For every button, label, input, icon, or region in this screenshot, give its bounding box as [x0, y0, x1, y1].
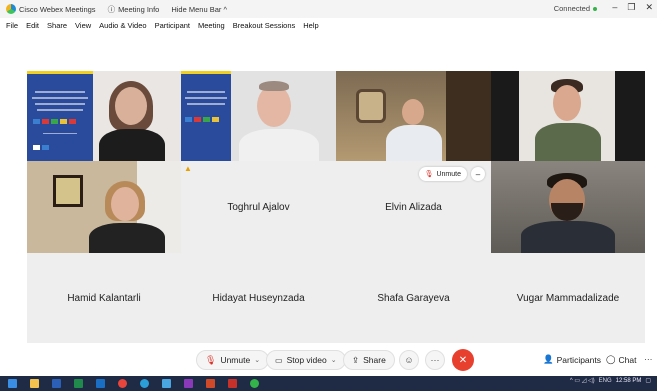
webex-logo-icon	[6, 4, 16, 14]
info-icon: ⓘ	[107, 4, 116, 14]
video-tile-2[interactable]	[181, 71, 336, 161]
word-icon[interactable]	[52, 379, 61, 388]
unmute-button[interactable]: 🎙 Unmute ⌄	[196, 350, 270, 370]
participant-name: Toghrul Ajalov	[227, 201, 290, 213]
tile-more-button[interactable]: –	[471, 167, 485, 181]
acrobat-icon[interactable]	[228, 379, 237, 388]
participant-name: Vugar Mammadalizade	[516, 292, 620, 304]
windows-taskbar: ^ ▭ ◿ ◁) ENG 12:58 PM ▢	[0, 376, 657, 391]
meeting-info-button[interactable]: ⓘ Meeting Info	[108, 4, 160, 15]
more-options-button[interactable]: ···	[425, 350, 445, 370]
connection-status-label: Connected	[553, 4, 590, 13]
share-button[interactable]: ⇪ Share	[343, 350, 395, 370]
webex-taskbar-icon[interactable]	[250, 379, 259, 388]
overflow-button[interactable]: ···	[644, 354, 653, 364]
chat-label: Chat	[618, 354, 637, 365]
stop-video-button[interactable]: ▭ Stop video ⌄	[266, 350, 346, 370]
connection-status[interactable]: Connected	[554, 4, 597, 13]
window-controls: – ❐ ✕	[612, 2, 653, 13]
meeting-controls: 🎙 Unmute ⌄ ▭ Stop video ⌄ ⇪ Share ☺ ··· …	[0, 343, 657, 376]
edge-icon[interactable]	[140, 379, 149, 388]
participant-tile-hamid-kalantarli[interactable]: Hamid Kalantarli	[27, 253, 181, 343]
video-tile-8[interactable]	[491, 161, 645, 253]
meeting-info-label: Meeting Info	[118, 4, 160, 14]
outlook-icon[interactable]	[96, 379, 105, 388]
system-tray: ^ ▭ ◿ ◁) ENG 12:58 PM ▢	[570, 377, 651, 385]
excel-icon[interactable]	[74, 379, 83, 388]
participant-grid: ▲ Toghrul Ajalov 🎙 Unmute – Elvin Alizad…	[0, 33, 657, 343]
chevron-down-icon[interactable]: ⌄	[254, 356, 260, 364]
hide-menu-bar-button[interactable]: Hide Menu Bar ^	[171, 5, 227, 14]
participant-tile-vugar-mammadalizade[interactable]: Vugar Mammadalizade	[491, 253, 645, 343]
participant-name: Hidayat Huseynzada	[212, 292, 305, 304]
maximize-button[interactable]: ❐	[627, 2, 635, 13]
language-indicator[interactable]: ENG	[599, 378, 612, 384]
menu-bar: File Edit Share View Audio & Video Parti…	[0, 18, 657, 33]
store-icon[interactable]	[162, 379, 171, 388]
reactions-button[interactable]: ☺	[399, 350, 419, 370]
menu-help[interactable]: Help	[303, 21, 318, 30]
tray-icons[interactable]: ^ ▭ ◿ ◁)	[570, 377, 595, 384]
onenote-icon[interactable]	[184, 379, 193, 388]
title-bar: Cisco Webex Meetings ⓘ Meeting Info Hide…	[0, 0, 657, 18]
clock[interactable]: 12:58 PM	[616, 378, 642, 384]
participant-name: Shafa Garayeva	[377, 292, 450, 304]
powerpoint-icon[interactable]	[206, 379, 215, 388]
participant-tile-toghrul-ajalov[interactable]: ▲ Toghrul Ajalov	[181, 161, 336, 253]
share-icon: ⇪	[352, 354, 360, 365]
participant-tile-elvin-alizada[interactable]: 🎙 Unmute – Elvin Alizada	[336, 161, 491, 253]
warning-icon: ▲	[184, 164, 192, 173]
chevron-down-icon[interactable]: ⌄	[331, 356, 337, 364]
menu-edit[interactable]: Edit	[26, 21, 39, 30]
menu-file[interactable]: File	[6, 21, 18, 30]
minimize-button[interactable]: –	[612, 2, 617, 13]
clock-time: 12:58 PM	[615, 377, 642, 384]
menu-meeting[interactable]: Meeting	[198, 21, 225, 30]
close-window-button[interactable]: ✕	[645, 2, 653, 13]
video-tile-1[interactable]	[27, 71, 181, 161]
menu-view[interactable]: View	[75, 21, 91, 30]
menu-participant[interactable]: Participant	[155, 21, 190, 30]
notifications-icon[interactable]: ▢	[645, 377, 651, 384]
participant-name: Hamid Kalantarli	[67, 292, 141, 304]
camera-icon: ▭	[275, 355, 283, 365]
windows-start-icon[interactable]	[8, 379, 17, 388]
video-tile-4[interactable]	[491, 71, 645, 161]
connection-dot-icon	[593, 6, 597, 11]
video-tile-3[interactable]	[336, 71, 491, 161]
file-explorer-icon[interactable]	[30, 379, 39, 388]
muted-mic-icon: 🎙	[205, 354, 217, 365]
menu-breakout-sessions[interactable]: Breakout Sessions	[233, 21, 296, 30]
participants-icon: 👤	[543, 354, 554, 364]
menu-audio-video[interactable]: Audio & Video	[99, 21, 146, 30]
share-label: Share	[363, 355, 386, 365]
presentation-slide	[27, 71, 93, 161]
menu-share[interactable]: Share	[47, 21, 67, 30]
tile-unmute-button[interactable]: 🎙 Unmute	[418, 167, 467, 181]
chat-button[interactable]: ◯ Chat	[606, 354, 636, 365]
participants-label: Participants	[556, 354, 602, 365]
video-tile-hamid-kalantarli[interactable]	[27, 161, 181, 253]
participants-button[interactable]: 👤 Participants	[543, 354, 601, 365]
participant-tile-hidayat-huseynzada[interactable]: Hidayat Huseynzada	[181, 253, 336, 343]
presentation-slide	[181, 71, 231, 161]
stop-video-label: Stop video	[286, 355, 327, 365]
participant-name: Elvin Alizada	[385, 201, 442, 213]
tile-unmute-label: Unmute	[436, 170, 461, 178]
chat-icon: ◯	[606, 354, 616, 364]
muted-mic-icon: 🎙	[424, 171, 434, 178]
app-title: Cisco Webex Meetings	[19, 4, 96, 14]
participant-tile-shafa-garayeva[interactable]: Shafa Garayeva	[336, 253, 491, 343]
unmute-label: Unmute	[220, 355, 251, 365]
chrome-icon[interactable]	[118, 379, 127, 388]
leave-meeting-button[interactable]: ✕	[452, 349, 474, 371]
